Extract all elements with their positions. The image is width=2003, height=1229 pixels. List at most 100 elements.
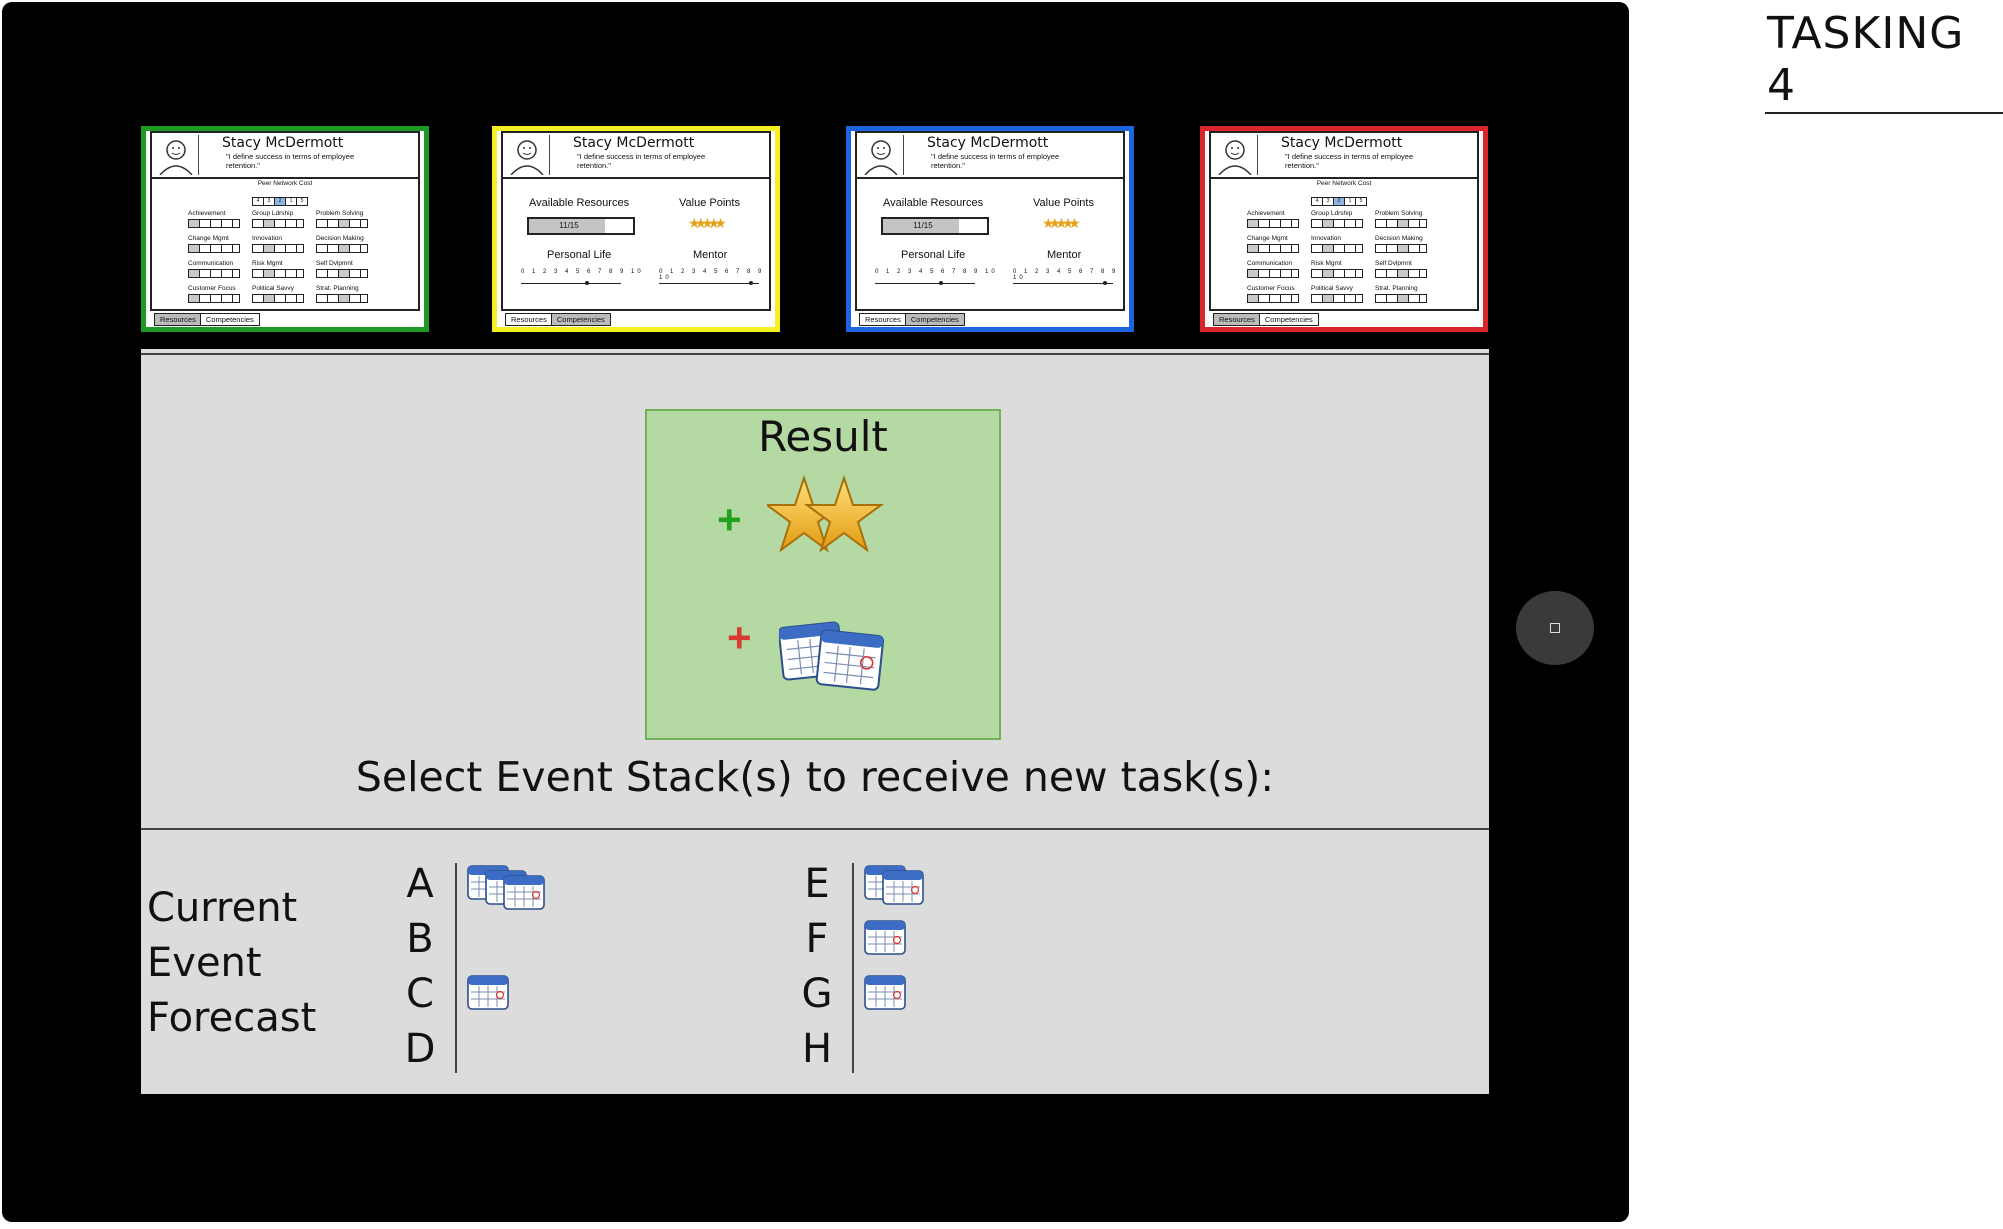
character-card[interactable]: Stacy McDermott "I define success in term… — [492, 126, 780, 332]
tab-competencies[interactable]: Competencies — [199, 313, 260, 326]
competency-label: Risk Mgmt — [1311, 260, 1342, 267]
app-screen: Stacy McDermott "I define success in term… — [141, 125, 1489, 1094]
slider[interactable] — [875, 281, 975, 285]
competency: Political Savvy — [252, 285, 304, 303]
forecast-label: Current Event Forecast — [147, 881, 316, 1046]
competency: Innovation — [1311, 235, 1363, 253]
competency-label: Self Dvlpmnt — [316, 260, 353, 267]
stack-letter: C — [406, 971, 434, 1017]
competency-label: Achievement — [1247, 210, 1285, 217]
slider-knob[interactable] — [939, 281, 943, 285]
event-stack-f[interactable] — [864, 918, 1024, 968]
tab-competencies[interactable]: Competencies — [904, 313, 965, 326]
peer-network-cost: 43215 — [252, 189, 312, 206]
competency-bar — [1375, 269, 1427, 278]
competency: Change Mgmt — [1247, 235, 1299, 253]
competency-bar — [188, 294, 240, 303]
slider-knob[interactable] — [585, 281, 589, 285]
value-points-stars-icon: ★★★★★ — [1042, 215, 1081, 231]
card-quote: "I define success in terms of employee r… — [1285, 152, 1414, 170]
slider[interactable] — [659, 281, 759, 285]
competency-bar — [1247, 244, 1299, 253]
personal-life-label: Personal Life — [547, 249, 612, 261]
tab-resources[interactable]: Resources — [505, 313, 553, 326]
character-card[interactable]: Stacy McDermott "I define success in term… — [141, 126, 429, 332]
card-header: Stacy McDermott "I define success in term… — [1211, 133, 1477, 179]
peer-network-label: Peer Network Cost — [257, 180, 313, 187]
slider-scale: 0 1 2 3 4 5 6 7 8 9 10 — [875, 269, 998, 275]
tab-resources[interactable]: Resources — [1213, 313, 1261, 326]
competency-bar — [1247, 269, 1299, 278]
competency-bar — [252, 244, 304, 253]
card-name: Stacy McDermott — [1281, 135, 1403, 151]
slider-knob[interactable] — [749, 281, 753, 285]
event-stack-c[interactable] — [467, 973, 627, 1023]
competency-label: Communication — [188, 260, 234, 267]
avatar — [154, 135, 199, 176]
event-stack-b[interactable] — [467, 918, 627, 968]
page-title: TASKING 4 — [1765, 8, 2003, 114]
tab-resources[interactable]: Resources — [154, 313, 202, 326]
competency: Change Mgmt — [188, 235, 240, 253]
avatar — [1213, 135, 1258, 176]
event-stack-h[interactable] — [864, 1028, 1024, 1078]
stack-letter: G — [801, 971, 833, 1017]
resources-bar: 11/15 — [527, 217, 635, 235]
competency-label: Self Dvlpmnt — [1375, 260, 1412, 267]
character-card[interactable]: Stacy McDermott "I define success in term… — [846, 126, 1134, 332]
competency-label: Decision Making — [1375, 235, 1423, 242]
peer-cost-cell[interactable]: 5 — [296, 197, 308, 206]
card-tabs: Resources Competencies — [1213, 309, 1319, 326]
result-title: Result — [758, 412, 888, 461]
main-panel: Result + + Select Event Stack(s) to rece… — [141, 349, 1489, 1094]
available-resources-label: Available Resources — [529, 197, 630, 209]
card-tabs: Resources Competencies — [859, 309, 965, 326]
avatar — [505, 135, 550, 176]
stack-letter: A — [406, 861, 434, 907]
calendar-icon — [882, 868, 924, 906]
tab-competencies[interactable]: Competencies — [1258, 313, 1319, 326]
competency: Political Savvy — [1311, 285, 1363, 303]
stack-letter: D — [404, 1026, 436, 1072]
competency-bar — [1311, 269, 1363, 278]
competency-bar — [252, 219, 304, 228]
select-prompt: Select Event Stack(s) to receive new tas… — [355, 753, 1275, 801]
card-header: Stacy McDermott "I define success in term… — [857, 133, 1123, 179]
competency-label: Group Ldrship — [1311, 210, 1353, 217]
card-name: Stacy McDermott — [573, 135, 695, 151]
peer-network-cost: 43215 — [1311, 189, 1371, 206]
card-quote: "I define success in terms of employee r… — [931, 152, 1060, 170]
calendar-icon — [503, 873, 545, 911]
slider[interactable] — [521, 281, 621, 285]
character-card[interactable]: Stacy McDermott "I define success in term… — [1200, 126, 1488, 332]
calendar-icon — [864, 918, 906, 956]
peer-cost-cell[interactable]: 5 — [1355, 197, 1367, 206]
competency-label: Risk Mgmt — [252, 260, 283, 267]
competency: Strat. Planning — [1375, 285, 1427, 303]
competency-label: Political Savvy — [252, 285, 294, 292]
competency-label: Group Ldrship — [252, 210, 294, 217]
competency-label: Strat. Planning — [316, 285, 359, 292]
slider[interactable] — [1013, 281, 1113, 285]
competency-label: Change Mgmt — [188, 235, 229, 242]
competency: Customer Focus — [188, 285, 240, 303]
event-stack-a[interactable] — [467, 863, 627, 913]
competency-bar — [1247, 219, 1299, 228]
competency: Self Dvlpmnt — [316, 260, 368, 278]
competency-label: Strat. Planning — [1375, 285, 1418, 292]
home-button[interactable] — [1516, 591, 1594, 665]
tab-resources[interactable]: Resources — [859, 313, 907, 326]
competency: Risk Mgmt — [1311, 260, 1363, 278]
competency: Achievement — [1247, 210, 1299, 228]
tab-competencies[interactable]: Competencies — [550, 313, 611, 326]
competency: Strat. Planning — [316, 285, 368, 303]
slider-scale: 0 1 2 3 4 5 6 7 8 9 10 — [521, 269, 644, 275]
slider-knob[interactable] — [1103, 281, 1107, 285]
forecast-label-line: Event — [147, 940, 262, 986]
card-name: Stacy McDermott — [222, 135, 344, 151]
plus-stars-sign: + — [717, 496, 742, 543]
event-stack-e[interactable] — [864, 863, 1024, 913]
competency-label: Change Mgmt — [1247, 235, 1288, 242]
event-stack-d[interactable] — [467, 1028, 627, 1078]
event-stack-g[interactable] — [864, 973, 1024, 1023]
